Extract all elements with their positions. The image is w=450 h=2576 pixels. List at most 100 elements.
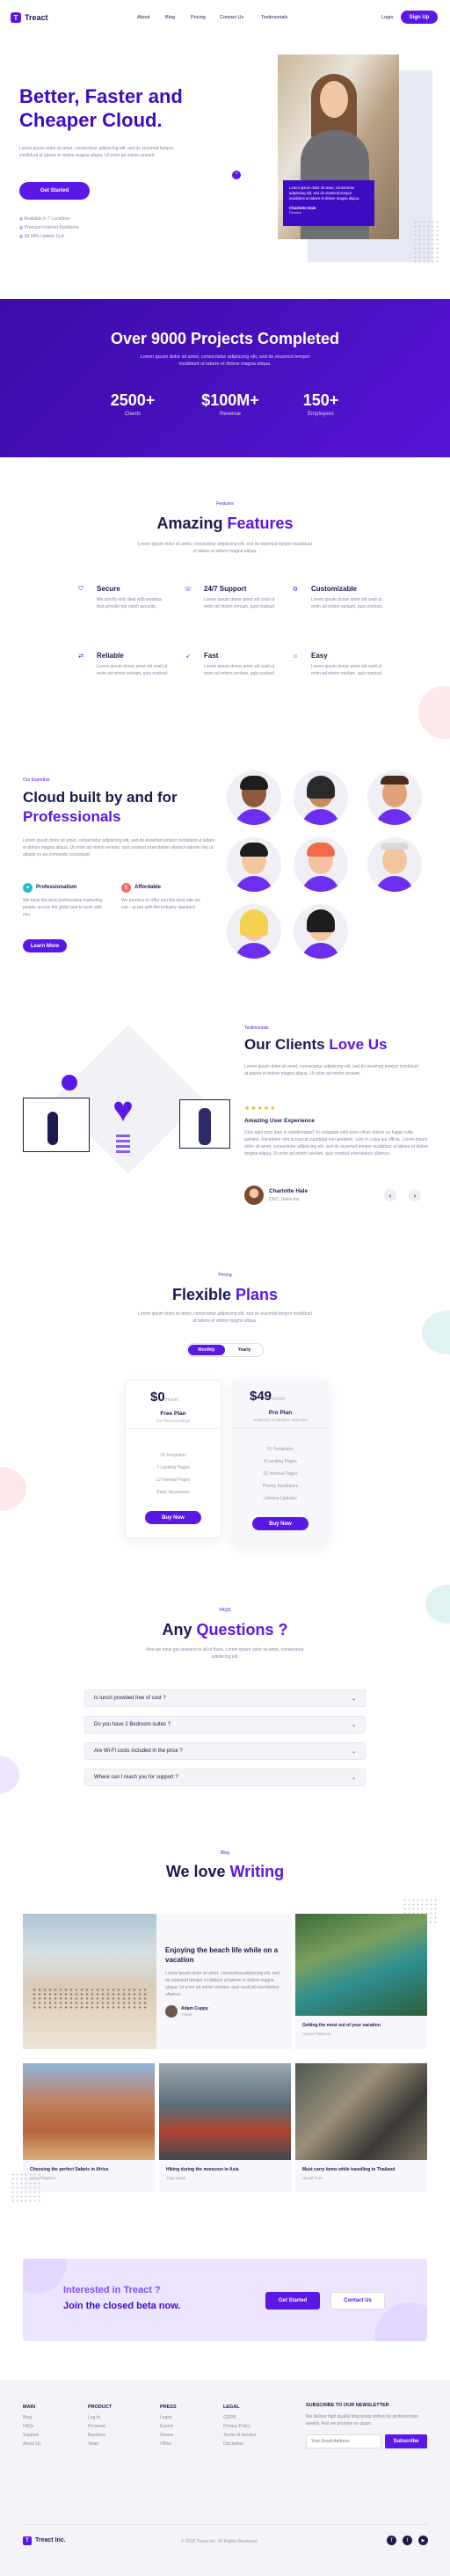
feature-name: Reliable — [97, 652, 124, 660]
stat-label: Clients — [124, 412, 142, 417]
footer-col-title: MAIN — [23, 2405, 36, 2410]
faq-item[interactable]: Is lunch provided free of cost ? ⌄ — [84, 1689, 366, 1707]
footer-link[interactable]: Log In — [88, 2413, 112, 2422]
hero-description: Lorem ipsum dolor sit amet, consectetur … — [19, 146, 174, 158]
stats-title: Over 9000 Projects Completed — [110, 330, 340, 347]
footer-link[interactable]: FAQs — [23, 2422, 41, 2431]
footer-link[interactable]: About Us — [23, 2440, 41, 2448]
faq-tag: FAQS — [219, 1608, 231, 1613]
reliable-icon: ⇄ — [78, 653, 83, 660]
footer-link[interactable]: Events — [160, 2422, 177, 2431]
buy-now-button[interactable]: Buy Now — [252, 1517, 308, 1530]
plan-feature: 22 Internal Pages — [263, 1471, 298, 1477]
testimonial-avatar — [244, 1186, 264, 1205]
monthly-toggle-button[interactable]: Monthly — [188, 1345, 225, 1355]
nav-link-testimonials[interactable]: Testimonials — [261, 15, 287, 20]
stats-band: Over 9000 Projects Completed Lorem ipsum… — [0, 299, 450, 457]
avatar-7 — [227, 904, 281, 959]
footer-divider — [23, 2524, 427, 2525]
professionalism-icon: ✦ — [23, 883, 33, 893]
footer-brand[interactable]: Treact Inc. — [35, 2537, 66, 2543]
cta-get-started-button[interactable]: Get Started — [265, 2292, 320, 2310]
stat-revenue: $100M+ Revenue — [186, 391, 274, 417]
stats-description: Lorem ipsum dolor sit amet, consectetur … — [140, 354, 310, 367]
youtube-icon[interactable]: ▶ — [418, 2536, 428, 2545]
yearly-toggle-button[interactable]: Yearly — [226, 1345, 263, 1355]
blog-post-card[interactable]: Must carry items while travelling to Tha… — [295, 2063, 427, 2192]
hero-get-started-button[interactable]: Get Started — [19, 182, 90, 200]
footer-col-main: MAIN Blog FAQs Support About Us — [23, 2403, 41, 2448]
footer-col-title: PRODUCT — [88, 2405, 112, 2410]
faq-item[interactable]: Where can I reach you for support ? ⌄ — [84, 1769, 366, 1786]
next-arrow-button[interactable]: › — [409, 1189, 421, 1201]
expertise-description: Lorem ipsum dolor sit amet, consectetur … — [23, 838, 215, 857]
footer-link[interactable]: Disclaimer — [223, 2440, 256, 2448]
hero-title-line2: Cheaper Cloud. — [19, 109, 163, 131]
footer-link[interactable]: Terms of Service — [223, 2431, 256, 2440]
blog-post-card[interactable]: Hiking during the monsoon in Asia Tony H… — [159, 2063, 291, 2192]
signup-button[interactable]: Sign Up — [401, 11, 438, 24]
featured-post-card[interactable]: Enjoying the beach life while on a vacat… — [23, 1914, 292, 2049]
blog-post-title: Must carry items while travelling to Tha… — [302, 2167, 396, 2172]
feature-text: Lorem ipsum donor amet siti ceali ut eni… — [204, 664, 276, 676]
footer-col-title: LEGAL — [223, 2405, 240, 2410]
twitter-icon[interactable]: t — [403, 2536, 412, 2545]
footer-logo-icon[interactable]: T — [23, 2536, 32, 2545]
plan-name: Pro Plan — [268, 1410, 293, 1416]
login-link[interactable]: Login — [381, 15, 393, 20]
blog-post-card[interactable]: Getting the most out of your vacation Aa… — [295, 1914, 427, 2049]
footer-col-press: PRESS Logos Events Stories Office — [160, 2403, 177, 2448]
footer-link[interactable]: Blog — [23, 2413, 41, 2422]
plan-features: 60 Templates 8 Landing Pages 22 Internal… — [232, 1443, 329, 1505]
chevron-down-icon: ⌄ — [351, 1696, 356, 1702]
feature-name: Secure — [97, 585, 120, 593]
nav-link-about[interactable]: About — [137, 15, 149, 20]
brand-name[interactable]: Treact — [25, 13, 48, 22]
pricing-title: Flexible Plans — [171, 1286, 279, 1303]
footer-link[interactable]: Stories — [160, 2431, 177, 2440]
footer-link[interactable]: GDPR — [223, 2413, 256, 2422]
cta-contact-button[interactable]: Contact Us — [330, 2292, 385, 2310]
logo-icon[interactable]: T — [11, 12, 21, 23]
faq-item[interactable]: Do you have 2 Bedroom suites ? ⌄ — [84, 1716, 366, 1733]
newsletter-email-input[interactable] — [306, 2434, 381, 2448]
stat-value: 2500+ — [110, 391, 156, 409]
learn-more-button[interactable]: Learn More — [23, 939, 67, 952]
faq-item[interactable]: Are Wi-Fi costs included in the price ? ⌄ — [84, 1742, 366, 1760]
newsletter-description: We deliver high quality blog posts writt… — [306, 2414, 419, 2426]
nav-link-pricing[interactable]: Pricing — [191, 15, 206, 20]
hero-quote-text: Lorem ipsum dolor sit amet, consectetur … — [289, 186, 360, 201]
buy-now-button[interactable]: Buy Now — [145, 1511, 201, 1524]
prev-arrow-button[interactable]: ‹ — [384, 1189, 396, 1201]
hero-dots-decoration — [413, 220, 439, 264]
footer-link[interactable]: Privacy Policy — [223, 2422, 256, 2431]
plan-subtitle: For Personal Blogs — [156, 1419, 191, 1423]
blob-decoration — [425, 1585, 450, 1624]
person-left — [47, 1112, 58, 1145]
nav-link-contact[interactable]: Contact Us — [220, 15, 243, 20]
footer-link[interactable]: Business — [88, 2431, 112, 2440]
footer-link[interactable]: Support — [23, 2431, 41, 2440]
features-tag: Features — [216, 501, 234, 507]
price: $49/month — [250, 1389, 286, 1404]
shield-icon: ⛉ — [78, 586, 83, 592]
testimonial-name: Charlotte Hale — [269, 1188, 308, 1194]
cta-line1: Interested in Treact ? — [63, 2285, 161, 2295]
blob-decoration — [0, 1755, 19, 1794]
blog-post-title: Hiking during the monsoon in Asia — [166, 2167, 239, 2172]
feature-name: Easy — [311, 652, 328, 660]
subscribe-button[interactable]: Subscribe — [385, 2434, 427, 2448]
footer-link[interactable]: Team — [88, 2440, 112, 2448]
blog-post-card[interactable]: Choosing the perfect Safaris in Africa S… — [23, 2063, 155, 2192]
footer-link[interactable]: Logos — [160, 2413, 177, 2422]
nav-link-blog[interactable]: Blog — [165, 15, 175, 20]
blog-post-image — [23, 2063, 155, 2160]
cta-line2: Join the closed beta now. — [63, 2301, 181, 2311]
footer-col-product: PRODUCT Log In Personal Business Team — [88, 2403, 112, 2448]
facebook-icon[interactable]: f — [387, 2536, 396, 2545]
footer-link[interactable]: Office — [160, 2440, 177, 2448]
footer-link[interactable]: Personal — [88, 2422, 112, 2431]
plan-feature: 12 Internal Pages — [156, 1478, 191, 1483]
feature-text: Lorem ipsum donor amet siti ceali ut eni… — [97, 664, 169, 676]
hero-quote-card: Lorem ipsum dolor sit amet, consectetur … — [283, 180, 374, 226]
